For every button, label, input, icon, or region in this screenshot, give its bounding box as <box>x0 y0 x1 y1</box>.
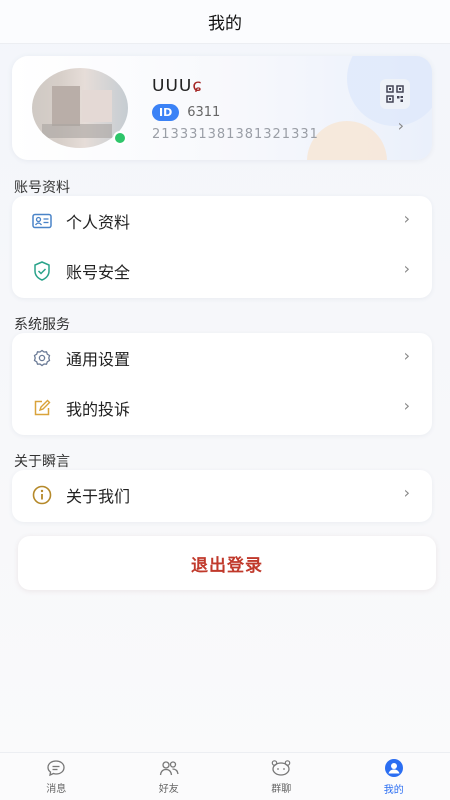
chevron-right-icon: › <box>403 346 410 365</box>
nickname: ᑌᑌᑌɕ <box>152 76 203 96</box>
tab-label: 群聊 <box>271 783 292 795</box>
section-title-account: 账号资料 <box>14 180 70 196</box>
tab-messages[interactable]: 消息 <box>0 753 113 800</box>
system-card: 通用设置 › 我的投诉 › <box>12 333 432 435</box>
decor-blob <box>307 121 387 160</box>
friends-icon <box>159 760 179 775</box>
about-card: 关于我们 › <box>12 470 432 522</box>
tab-mine[interactable]: 我的 <box>338 753 450 800</box>
menu-item-label: 我的投诉 <box>66 400 131 419</box>
id-card-icon <box>32 211 52 231</box>
chevron-right-icon: › <box>397 116 404 135</box>
qr-code-button[interactable] <box>380 79 410 109</box>
qr-code-icon <box>386 85 404 103</box>
chevron-right-icon: › <box>403 259 410 278</box>
group-chat-icon <box>271 759 291 776</box>
section-title-about: 关于瞬言 <box>14 454 70 470</box>
menu-item-about-us[interactable]: 关于我们 › <box>12 470 432 520</box>
menu-item-profile[interactable]: 个人资料 › <box>12 196 432 246</box>
shield-check-icon <box>32 261 52 281</box>
tab-label: 我的 <box>383 784 404 796</box>
chevron-right-icon: › <box>403 209 410 228</box>
online-status-dot <box>113 131 127 145</box>
phone-number: 213331381381321331 <box>152 127 319 142</box>
message-icon <box>47 759 65 776</box>
menu-item-general-settings[interactable]: 通用设置 › <box>12 333 432 383</box>
chevron-right-icon: › <box>403 396 410 415</box>
user-id-row: ID 6311 <box>152 104 220 121</box>
tab-friends[interactable]: 好友 <box>113 753 226 800</box>
top-bar: 我的 <box>0 0 450 44</box>
edit-icon <box>32 398 52 418</box>
page-title: 我的 <box>208 14 242 34</box>
id-badge: ID <box>152 104 180 121</box>
menu-item-label: 个人资料 <box>66 213 131 232</box>
nickname-text: ᑌᑌᑌ <box>152 76 193 96</box>
nickname-emoji: ɕ <box>192 76 203 96</box>
menu-item-account-security[interactable]: 账号安全 › <box>12 246 432 296</box>
profile-icon <box>384 758 403 777</box>
menu-item-label: 通用设置 <box>66 350 131 369</box>
gear-icon <box>32 348 52 368</box>
tab-label: 消息 <box>46 783 67 795</box>
logout-label: 退出登录 <box>191 555 263 576</box>
menu-item-my-complaints[interactable]: 我的投诉 › <box>12 383 432 433</box>
bottom-tab-bar: 消息 好友 群聊 我的 <box>0 752 450 800</box>
menu-item-label: 账号安全 <box>66 263 131 282</box>
menu-item-label: 关于我们 <box>66 487 131 506</box>
tab-label: 好友 <box>158 783 179 795</box>
tab-group-chat[interactable]: 群聊 <box>225 753 338 800</box>
section-title-system: 系统服务 <box>14 317 70 333</box>
info-icon <box>32 485 52 505</box>
account-card: 个人资料 › 账号安全 › <box>12 196 432 298</box>
user-id-value: 6311 <box>187 105 221 120</box>
chevron-right-icon: › <box>403 483 410 502</box>
logout-button[interactable]: 退出登录 <box>18 536 436 590</box>
profile-card[interactable]: ᑌᑌᑌɕ ID 6311 213331381381321331 › <box>12 56 432 160</box>
